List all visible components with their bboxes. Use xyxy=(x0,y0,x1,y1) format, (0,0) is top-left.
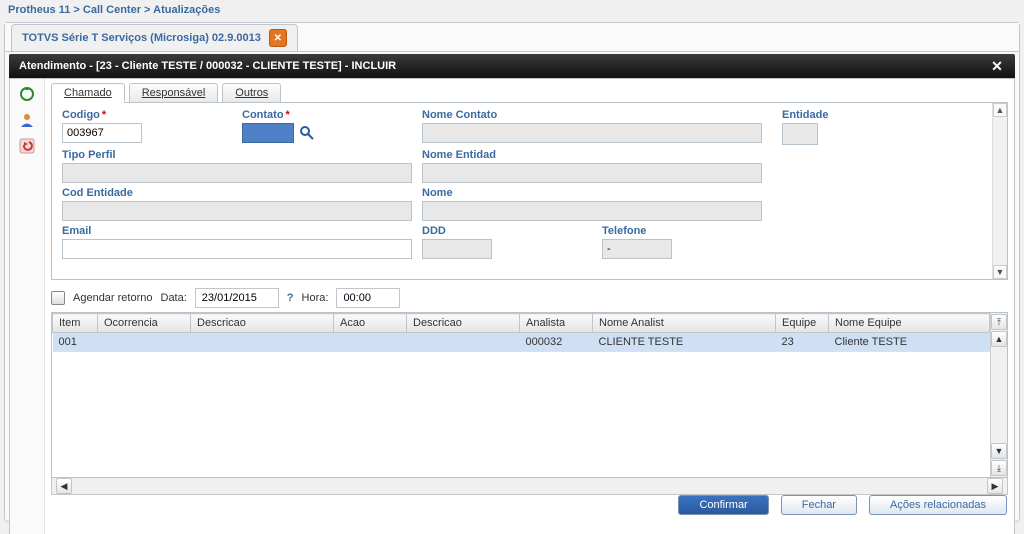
grid-hscroll[interactable]: ◀ ▶ xyxy=(51,478,1008,495)
label-agendar: Agendar retorno xyxy=(73,292,153,304)
email-field[interactable] xyxy=(62,239,412,259)
codigo-field[interactable] xyxy=(62,123,142,143)
tipo-perfil-field xyxy=(62,163,412,183)
left-sidebar xyxy=(10,79,45,534)
grid-down-icon[interactable]: ▼ xyxy=(991,443,1007,459)
table-row[interactable]: 001 000032 CLIENTE TESTE 23 Cliente TEST… xyxy=(53,333,990,352)
contato-field[interactable] xyxy=(242,123,294,143)
undo-icon[interactable] xyxy=(18,137,36,155)
window-titlebar: Atendimento - [23 - Cliente TESTE / 0000… xyxy=(9,54,1015,78)
inner-tabstrip: Chamado Responsável Outros xyxy=(45,79,1014,103)
col-analista[interactable]: Analista xyxy=(520,314,593,333)
nome-entidad-field xyxy=(422,163,762,183)
grid-up-icon[interactable]: ▲ xyxy=(991,331,1007,347)
label-telefone: Telefone xyxy=(602,225,782,237)
col-nome-analist[interactable]: Nome Analist xyxy=(593,314,776,333)
user-icon[interactable] xyxy=(18,111,36,129)
col-equipe[interactable]: Equipe xyxy=(776,314,829,333)
nome-contato-field xyxy=(422,123,762,143)
label-contato: Contato* xyxy=(242,109,422,121)
grid-first-icon[interactable]: ⤒ xyxy=(991,314,1007,330)
grid-right-icon[interactable]: ▶ xyxy=(987,478,1003,494)
label-email: Email xyxy=(62,225,422,237)
related-actions-button[interactable]: Ações relacionadas xyxy=(869,495,1007,515)
window-title: Atendimento - [23 - Cliente TESTE / 0000… xyxy=(19,60,396,72)
col-ocorrencia[interactable]: Ocorrencia xyxy=(98,314,191,333)
grid-left-icon[interactable]: ◀ xyxy=(56,478,72,494)
tab-responsavel[interactable]: Responsável xyxy=(129,83,219,103)
col-descricao1[interactable]: Descricao xyxy=(191,314,334,333)
label-hora: Hora: xyxy=(302,292,329,304)
close-module-tab-button[interactable]: ✕ xyxy=(269,29,287,47)
col-descricao2[interactable]: Descricao xyxy=(407,314,520,333)
module-tab-label: TOTVS Série T Serviços (Microsiga) 02.9.… xyxy=(22,32,261,44)
label-ddd: DDD xyxy=(422,225,602,237)
agendar-retorno-checkbox[interactable] xyxy=(51,291,65,305)
ddd-field xyxy=(422,239,492,259)
label-nome-contato: Nome Contato xyxy=(422,109,782,121)
close-window-button[interactable]: ✕ xyxy=(989,58,1005,74)
hora-field[interactable] xyxy=(336,288,400,308)
date-help-icon[interactable]: ? xyxy=(287,292,294,304)
breadcrumb-level-1[interactable]: Protheus 11 xyxy=(8,4,70,16)
confirm-button[interactable]: Confirmar xyxy=(678,495,768,515)
grid-vscroll[interactable]: ⤒ ▲ ▼ ⤓ xyxy=(990,313,1007,477)
entidade-field xyxy=(782,123,818,145)
tab-chamado[interactable]: Chamado xyxy=(51,83,125,103)
cod-entidade-field xyxy=(62,201,412,221)
label-tipo-perfil: Tipo Perfil xyxy=(62,149,422,161)
tab-outros[interactable]: Outros xyxy=(222,83,281,103)
label-codigo: Codigo* xyxy=(62,109,242,121)
data-field[interactable] xyxy=(195,288,279,308)
col-acao[interactable]: Acao xyxy=(334,314,407,333)
breadcrumb-level-2[interactable]: Call Center xyxy=(83,4,141,16)
lookup-contato-button[interactable] xyxy=(298,124,316,142)
label-nome-entidad: Nome Entidad xyxy=(422,149,782,161)
breadcrumb: Protheus 11 > Call Center > Atualizações xyxy=(0,0,1024,20)
telefone-field xyxy=(602,239,672,259)
label-nome: Nome xyxy=(422,187,782,199)
grid-last-icon[interactable]: ⤓ xyxy=(991,460,1007,476)
close-button[interactable]: Fechar xyxy=(781,495,857,515)
scroll-up-icon[interactable]: ▲ xyxy=(993,103,1007,117)
label-data: Data: xyxy=(161,292,187,304)
col-nome-equipe[interactable]: Nome Equipe xyxy=(829,314,990,333)
details-grid[interactable]: Item Ocorrencia Descricao Acao Descricao… xyxy=(52,313,990,352)
nome-field xyxy=(422,201,762,221)
refresh-icon[interactable] xyxy=(18,85,36,103)
label-cod-entidade: Cod Entidade xyxy=(62,187,422,199)
form-vscroll[interactable]: ▲ ▼ xyxy=(992,103,1007,279)
label-entidade: Entidade xyxy=(782,109,882,121)
module-tab[interactable]: TOTVS Série T Serviços (Microsiga) 02.9.… xyxy=(11,24,298,51)
scroll-down-icon[interactable]: ▼ xyxy=(993,265,1007,279)
breadcrumb-level-3[interactable]: Atualizações xyxy=(153,4,220,16)
col-item[interactable]: Item xyxy=(53,314,98,333)
